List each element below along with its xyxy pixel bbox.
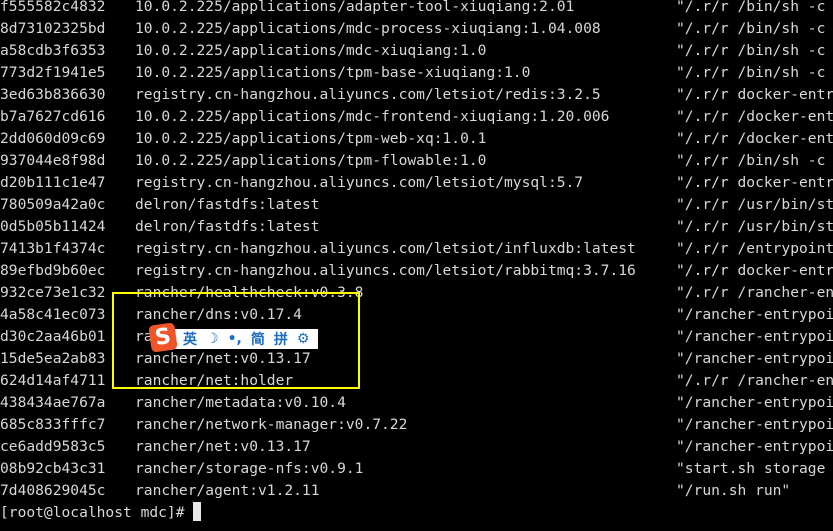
container-id: 0d5b05b11424 bbox=[0, 218, 106, 235]
container-image: registry.cn-hangzhou.aliyuncs.com/letsio… bbox=[135, 262, 636, 279]
terminal-output: f555582c4832 10.0.2.225/applications/adap… bbox=[0, 0, 833, 502]
container-id: f555582c4832 bbox=[0, 0, 106, 15]
container-command: "/.r/r docker-entr bbox=[676, 86, 833, 103]
container-command: "/run.sh run" bbox=[676, 482, 791, 499]
container-row: a58cdb3f6353 10.0.2.225/applications/mdc-… bbox=[0, 40, 833, 62]
container-id: 937044e8f98d bbox=[0, 152, 106, 169]
container-command: "/rancher-entrypoi bbox=[676, 350, 833, 367]
container-id: d20b111c1e47 bbox=[0, 174, 106, 191]
container-command: "/rancher-entrypoi bbox=[676, 394, 833, 411]
container-command: "/.r/r /bin/sh -c bbox=[676, 0, 826, 15]
shell-prompt[interactable]: [root@localhost mdc]# bbox=[0, 502, 201, 524]
container-row: 937044e8f98d 10.0.2.225/applications/tpm-… bbox=[0, 150, 833, 172]
container-command: "/rancher-entrypoi bbox=[676, 438, 833, 455]
container-id: ce6add9583c5 bbox=[0, 438, 106, 455]
container-id: 08b92cb43c31 bbox=[0, 460, 106, 477]
container-row: d20b111c1e47 registry.cn-hangzhou.aliyunc… bbox=[0, 172, 833, 194]
container-row: f555582c4832 10.0.2.225/applications/adap… bbox=[0, 0, 833, 18]
simplified-toggle[interactable]: 简 bbox=[251, 329, 265, 349]
container-image: 10.0.2.225/applications/tpm-base-xiuqian… bbox=[135, 64, 531, 81]
container-image: rancher/net:v0.13.17 bbox=[135, 438, 311, 455]
container-image: delron/fastdfs:latest bbox=[135, 218, 320, 235]
text-cursor bbox=[192, 502, 201, 521]
container-image: 10.0.2.225/applications/tpm-web-xq:1.0.1 bbox=[135, 130, 487, 147]
container-command: "/.r/r /docker-ent bbox=[676, 108, 833, 125]
container-command: "/.r/r /entrypoint bbox=[676, 240, 833, 257]
container-command: "/rancher-entrypoi bbox=[676, 306, 833, 323]
container-image: 10.0.2.225/applications/mdc-process-xiuq… bbox=[135, 20, 601, 37]
container-row: 7d408629045c rancher/agent:v1.2.11 "/run.s… bbox=[0, 480, 833, 502]
sogou-logo-icon[interactable]: S bbox=[148, 322, 178, 353]
container-image: 10.0.2.225/applications/tpm-flowable:1.0 bbox=[135, 152, 487, 169]
container-id: 2dd060d09c69 bbox=[0, 130, 106, 147]
container-command: "/.r/r docker-entr bbox=[676, 262, 833, 279]
container-row: 8d73102325bd 10.0.2.225/applications/mdc-… bbox=[0, 18, 833, 40]
container-image: registry.cn-hangzhou.aliyuncs.com/letsio… bbox=[135, 240, 636, 257]
container-image: rancher/network-manager:v0.7.22 bbox=[135, 416, 408, 433]
container-row: 685c833fffc7 rancher/network-manager:v0.7… bbox=[0, 414, 833, 436]
container-image: 10.0.2.225/applications/mdc-frontend-xiu… bbox=[135, 108, 610, 125]
container-command: "/.r/r /rancher-en bbox=[676, 372, 833, 389]
container-command: "/.r/r /bin/sh -c bbox=[676, 20, 826, 37]
container-row: b7a7627cd616 10.0.2.225/applications/mdc-… bbox=[0, 106, 833, 128]
container-row: 438434ae767a rancher/metadata:v0.10.4 "/ra… bbox=[0, 392, 833, 414]
container-id: 15de5ea2ab83 bbox=[0, 350, 106, 367]
container-image: rancher/storage-nfs:v0.9.1 bbox=[135, 460, 364, 477]
container-id: 7413b1f4374c bbox=[0, 240, 106, 257]
container-image: rancher/metadata:v0.10.4 bbox=[135, 394, 346, 411]
container-row: 0d5b05b11424 delron/fastdfs:latest "/.r/r … bbox=[0, 216, 833, 238]
container-row: 773d2f1941e5 10.0.2.225/applications/tpm-… bbox=[0, 62, 833, 84]
container-id: d30c2aa46b01 bbox=[0, 328, 106, 345]
container-image: rancher/agent:v1.2.11 bbox=[135, 482, 320, 499]
container-row: 3ed63b836630 registry.cn-hangzhou.aliyunc… bbox=[0, 84, 833, 106]
container-id: 773d2f1941e5 bbox=[0, 64, 106, 81]
container-row: 08b92cb43c31 rancher/storage-nfs:v0.9.1 "s… bbox=[0, 458, 833, 480]
punctuation-toggle[interactable]: •, bbox=[228, 331, 242, 347]
container-id: 8d73102325bd bbox=[0, 20, 106, 37]
container-id: 3ed63b836630 bbox=[0, 86, 106, 103]
container-id: 780509a42a0c bbox=[0, 196, 106, 213]
container-command: "/rancher-entrypoi bbox=[676, 328, 833, 345]
container-id: b7a7627cd616 bbox=[0, 108, 106, 125]
container-image: 10.0.2.225/applications/adapter-tool-xiu… bbox=[135, 0, 575, 15]
container-command: "start.sh storage bbox=[676, 460, 826, 477]
container-command: "/.r/r docker-entr bbox=[676, 174, 833, 191]
container-id: 438434ae767a bbox=[0, 394, 106, 411]
container-id: 4a58c41ec073 bbox=[0, 306, 106, 323]
container-image: delron/fastdfs:latest bbox=[135, 196, 320, 213]
container-image: registry.cn-hangzhou.aliyuncs.com/letsio… bbox=[135, 174, 584, 191]
container-row: 780509a42a0c delron/fastdfs:latest "/.r/r … bbox=[0, 194, 833, 216]
container-row: ce6add9583c5 rancher/net:v0.13.17 "/ranche… bbox=[0, 436, 833, 458]
container-image: registry.cn-hangzhou.aliyuncs.com/letsio… bbox=[135, 86, 601, 103]
container-id: 7d408629045c bbox=[0, 482, 106, 499]
container-command: "/.r/r /docker-ent bbox=[676, 130, 833, 147]
container-command: "/.r/r /rancher-en bbox=[676, 284, 833, 301]
container-command: "/rancher-entrypoi bbox=[676, 416, 833, 433]
container-command: "/.r/r /bin/sh -c bbox=[676, 42, 826, 59]
container-id: 932ce73e1c32 bbox=[0, 284, 106, 301]
container-command: "/.r/r /bin/sh -c bbox=[676, 64, 826, 81]
container-image: 10.0.2.225/applications/mdc-xiuqiang:1.0 bbox=[135, 42, 487, 59]
gear-icon[interactable]: ⚙ bbox=[297, 331, 310, 347]
container-command: "/.r/r /usr/bin/st bbox=[676, 218, 833, 235]
container-command: "/.r/r /usr/bin/st bbox=[676, 196, 833, 213]
container-id: 89efbd9b60ec bbox=[0, 262, 106, 279]
container-row: 2dd060d09c69 10.0.2.225/applications/tpm-… bbox=[0, 128, 833, 150]
container-command: "/.r/r /bin/sh -c bbox=[676, 152, 826, 169]
container-row: 89efbd9b60ec registry.cn-hangzhou.aliyunc… bbox=[0, 260, 833, 282]
ime-language-toggle[interactable]: 英 bbox=[183, 329, 197, 349]
moon-icon[interactable]: ☽ bbox=[206, 331, 219, 347]
container-id: 685c833fffc7 bbox=[0, 416, 106, 433]
pinyin-toggle[interactable]: 拼 bbox=[274, 329, 288, 349]
container-id: a58cdb3f6353 bbox=[0, 42, 106, 59]
prompt-text: [root@localhost mdc]# bbox=[0, 504, 185, 521]
container-row: 7413b1f4374c registry.cn-hangzhou.aliyunc… bbox=[0, 238, 833, 260]
container-id: 624d14af4711 bbox=[0, 372, 106, 389]
